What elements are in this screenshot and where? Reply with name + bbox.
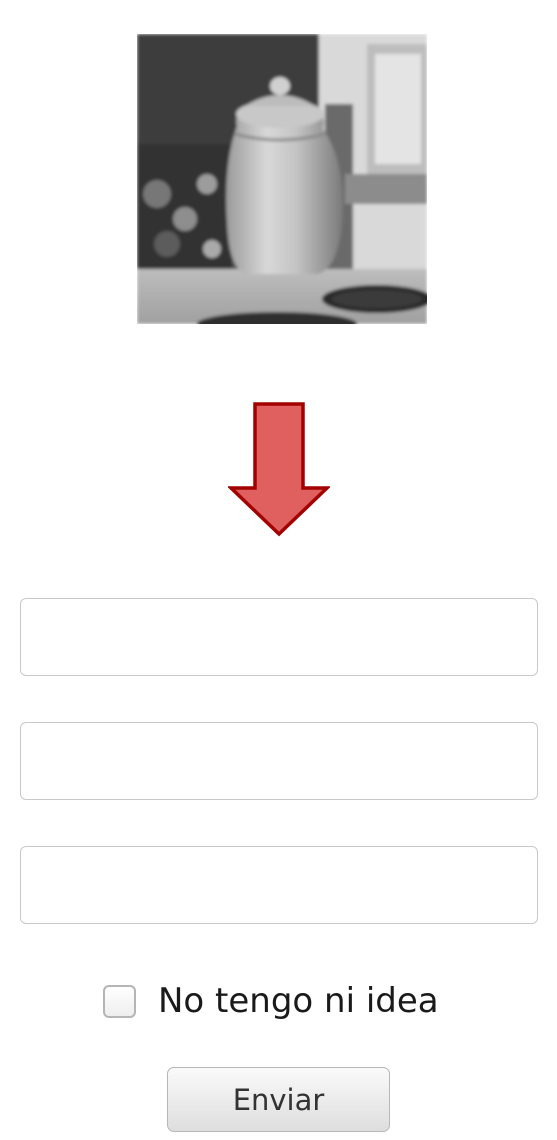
down-arrow-shape [226,402,332,537]
answer-field-3[interactable] [20,846,538,924]
captcha-photo [137,34,427,324]
no-idea-checkbox[interactable] [103,984,136,1018]
no-idea-label: No tengo ni idea [158,981,439,1021]
answer-field-1[interactable] [20,598,538,676]
down-arrow-icon [226,400,332,540]
submit-button[interactable]: Enviar [167,1067,390,1132]
no-idea-option[interactable]: No tengo ni idea [103,975,439,1027]
answer-field-2[interactable] [20,722,538,800]
